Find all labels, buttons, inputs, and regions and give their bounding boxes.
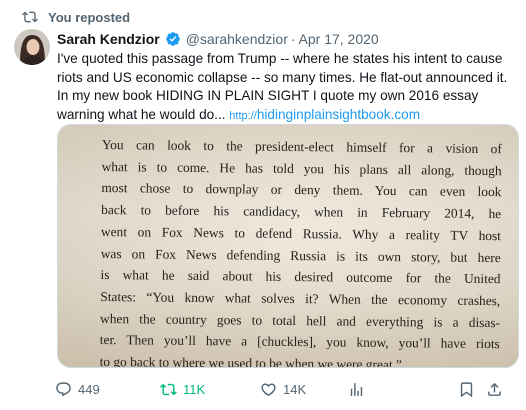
book-page-photo[interactable]: You can look to the president-elect hims… [57, 124, 519, 368]
tweet-actions: 449 11K 14K [55, 378, 520, 400]
heart-icon [261, 382, 276, 396]
repost-indicator: You reposted [22, 8, 130, 26]
header-separator: · [290, 31, 296, 47]
tweet-card[interactable]: You reposted Sarah Kendzior @sarahkendzi… [0, 0, 526, 410]
verified-badge-icon [165, 32, 180, 46]
avatar[interactable] [14, 29, 50, 65]
link-protocol: http:// [229, 109, 257, 122]
bookmark-button[interactable] [458, 381, 486, 398]
views-button[interactable] [348, 381, 458, 398]
share-icon [488, 382, 501, 396]
tweet-text: I've quoted this passage from Trump -- w… [57, 50, 517, 125]
repost-button[interactable]: 11K [160, 381, 260, 398]
repost-icon [22, 11, 38, 23]
share-button[interactable] [486, 381, 506, 398]
views-icon [350, 382, 363, 396]
bookmark-icon [460, 381, 473, 397]
repost-count: 11K [183, 381, 206, 397]
like-button[interactable]: 14K [260, 381, 348, 398]
avatar-image [14, 29, 50, 65]
link-domain: hidinginplainsightbook.com [256, 106, 421, 122]
book-page-text: You can look to the president-elect hims… [100, 134, 502, 367]
tweet-header: Sarah Kendzior @sarahkendzior · Apr 17, … [57, 31, 379, 47]
reply-icon [56, 381, 71, 396]
repost-icon [160, 383, 177, 395]
reply-button[interactable]: 449 [55, 381, 160, 398]
tweet-date[interactable]: Apr 17, 2020 [299, 31, 379, 47]
author-handle[interactable]: @sarahkendzior [186, 31, 288, 47]
reply-count: 449 [78, 381, 100, 397]
like-count: 14K [283, 381, 307, 397]
tweet-link[interactable]: http://hidinginplainsightbook.com [229, 107, 420, 122]
author-name[interactable]: Sarah Kendzior [57, 31, 160, 47]
repost-label: You reposted [48, 9, 131, 25]
